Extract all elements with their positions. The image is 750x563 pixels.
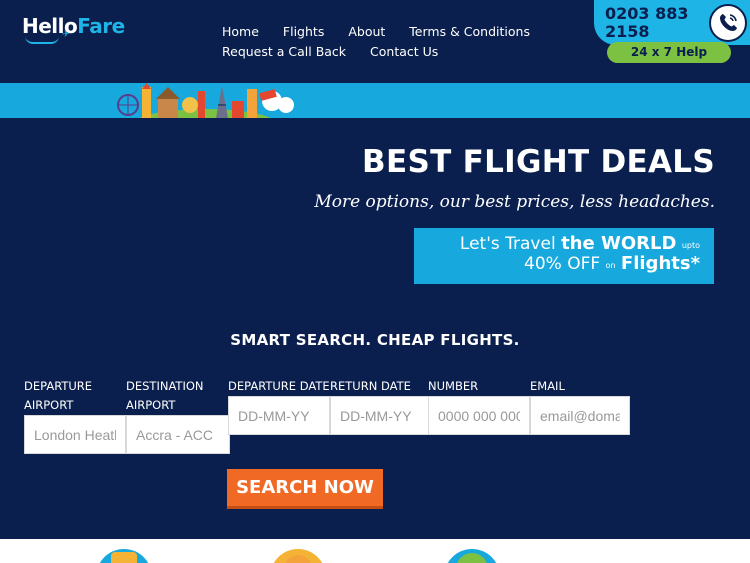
departure-date-label: DEPARTURE DATE [228, 379, 330, 393]
destination-airport-input[interactable] [126, 415, 230, 454]
nav-flights[interactable]: Flights [283, 22, 324, 42]
return-date-field: RETURN DATE [330, 377, 432, 435]
nav-home[interactable]: Home [222, 22, 259, 42]
search-title: SMART SEARCH. CHEAP FLIGHTS. [230, 331, 520, 349]
phone-icon[interactable] [709, 4, 747, 42]
offer-percent: 40% OFF [524, 254, 606, 274]
search-now-button[interactable]: SEARCH NOW [227, 469, 383, 509]
main-nav: Home Flights About Terms & Conditions Reque… [222, 22, 552, 62]
offer-flights: Flights* [620, 253, 700, 274]
departure-airport-label: DEPARTURE AIRPORT [24, 379, 93, 412]
offer-on: on [605, 261, 616, 270]
phone-number[interactable]: 0203 883 2158 [605, 5, 715, 41]
email-label: EMAIL [530, 379, 565, 393]
logo-plane-icon: ✈ [62, 30, 70, 40]
email-field: EMAIL [530, 377, 630, 435]
logo-fare: Fare [77, 14, 125, 38]
nav-contact[interactable]: Contact Us [370, 42, 438, 62]
hero-title: BEST FLIGHT DEALS [362, 144, 715, 180]
nav-about[interactable]: About [348, 22, 385, 42]
offer-line-2: 40% OFF on Flights* [414, 254, 700, 274]
page: HelloFare ✈ Home Flights About Terms & Cond… [0, 0, 750, 563]
number-label: NUMBER [428, 379, 479, 393]
destination-airport-field: DESTINATION AIRPORT [126, 377, 230, 454]
number-input[interactable] [428, 396, 530, 435]
offer-line-1: Let's Travel the WORLD upto [414, 233, 700, 255]
offer-upto: upto [681, 241, 700, 250]
departure-airport-input[interactable] [24, 415, 126, 454]
number-field: NUMBER [428, 377, 530, 435]
departure-airport-field: DEPARTURE AIRPORT [24, 377, 126, 454]
nav-terms[interactable]: Terms & Conditions [409, 22, 530, 42]
destination-airport-label: DESTINATION AIRPORT [126, 379, 204, 412]
offer-world: the WORLD [561, 233, 677, 254]
help-badge[interactable]: 24 x 7 Help [607, 42, 731, 63]
nav-request-callback[interactable]: Request a Call Back [222, 42, 346, 62]
offer-pre: Let's Travel [459, 234, 562, 254]
return-date-input[interactable] [330, 396, 432, 435]
logo-smile-icon [25, 36, 59, 44]
offer-banner[interactable]: Let's Travel the WORLD upto 40% OFF on F… [414, 228, 714, 284]
departure-date-field: DEPARTURE DATE [228, 377, 330, 435]
departure-date-input[interactable] [228, 396, 330, 435]
landmarks-illustration [110, 83, 300, 118]
return-date-label: RETURN DATE [330, 379, 411, 393]
email-input[interactable] [530, 396, 630, 435]
logo[interactable]: HelloFare ✈ [22, 14, 125, 44]
header: HelloFare ✈ Home Flights About Terms & Cond… [0, 0, 750, 83]
hero-subtitle: More options, our best prices, less head… [314, 192, 715, 212]
